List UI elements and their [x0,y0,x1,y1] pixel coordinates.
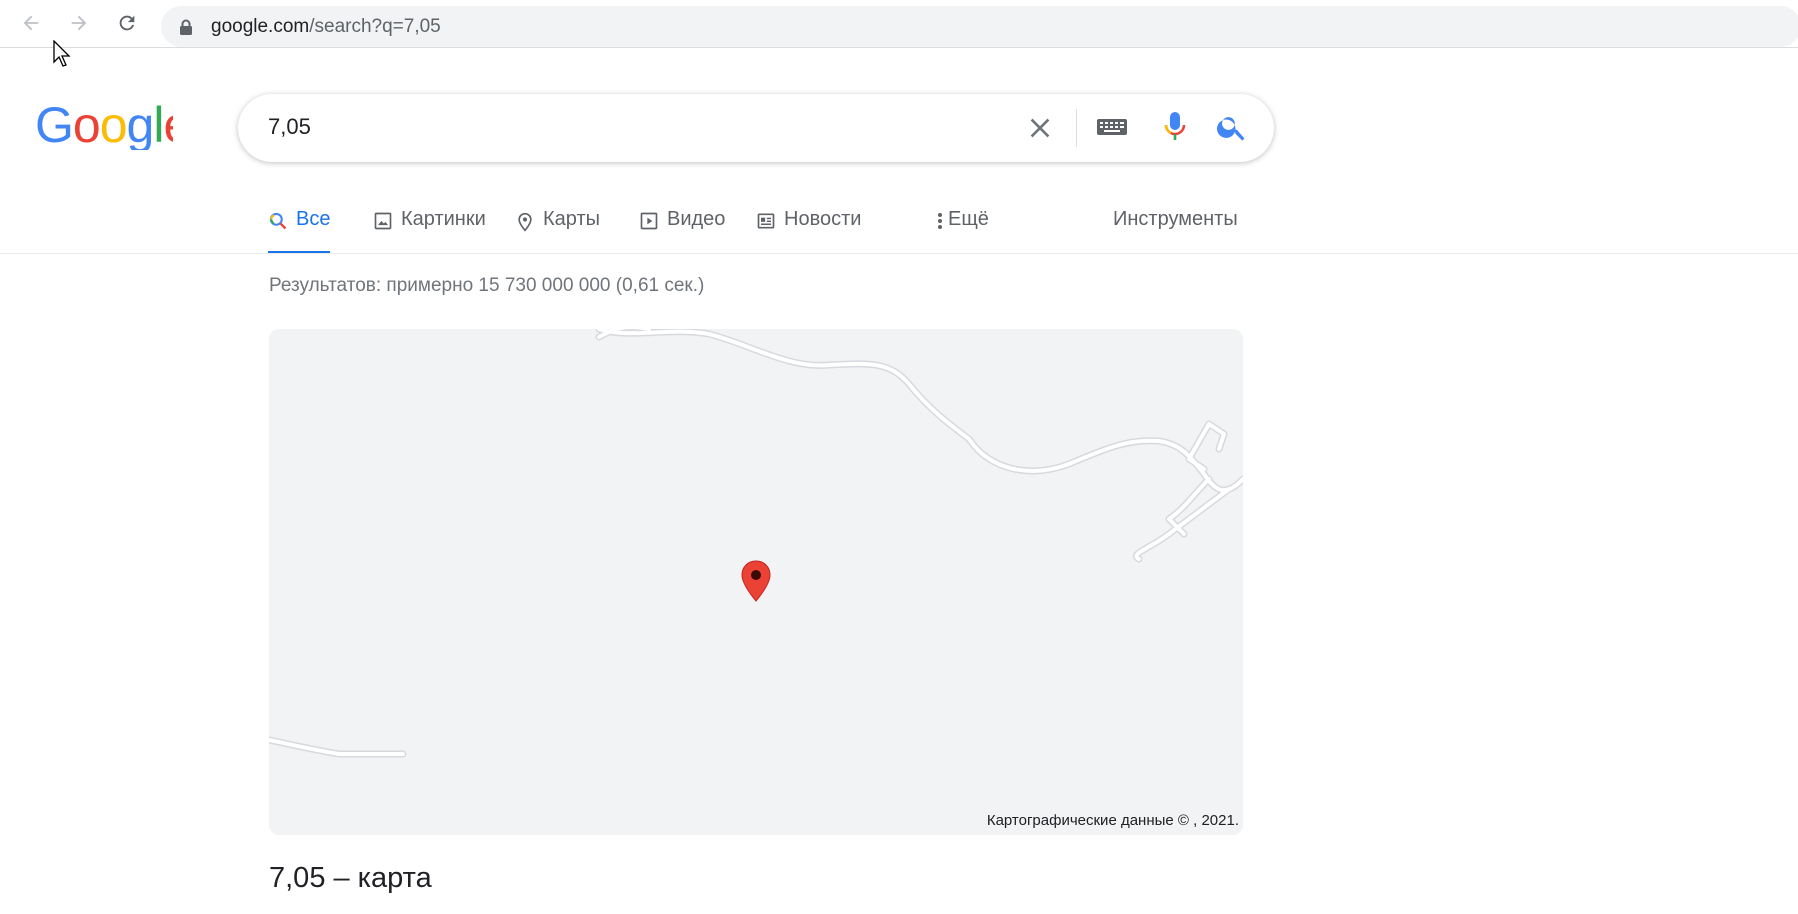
search-icon[interactable] [1215,110,1249,144]
result-title[interactable]: 7,05 – карта [269,862,432,895]
map-preview[interactable]: Картографические данные © , 2021. [269,329,1243,835]
tab-all[interactable]: Все [268,200,331,254]
tab-maps[interactable]: Карты [515,200,600,254]
url-text: google.com/search?q=7,05 [211,16,441,37]
news-icon [757,213,775,229]
browser-toolbar: google.com/search?q=7,05 [0,0,1798,48]
tab-news[interactable]: Новости [756,200,861,254]
result-stats: Результатов: примерно 15 730 000 000 (0,… [269,275,705,296]
reload-button[interactable] [114,10,140,36]
video-icon [640,212,658,230]
microphone-icon[interactable] [1162,110,1188,144]
search-divider [1076,109,1077,147]
search-input[interactable] [268,112,968,142]
lock-icon [180,19,192,35]
mouse-cursor-icon [53,40,71,67]
search-box [238,94,1274,162]
tab-label: Карты [543,208,600,230]
map-pin-icon [518,212,532,232]
header-divider [0,253,1798,254]
close-icon[interactable] [1024,112,1056,144]
back-button[interactable] [18,10,44,36]
google-logo[interactable]: Google [35,102,173,150]
tab-label: Видео [667,208,726,230]
map-pin-icon[interactable] [741,560,771,602]
tools-button[interactable]: Инструменты [1113,208,1238,231]
tab-label: Новости [784,208,862,230]
tab-images[interactable]: Картинки [373,200,486,254]
reload-icon [119,15,135,31]
tab-label: Картинки [401,208,486,230]
more-vert-icon [938,213,942,229]
tab-more[interactable]: Ещё [936,200,989,254]
keyboard-icon[interactable] [1096,117,1128,137]
arrow-left-icon [23,15,39,31]
tab-label: Ещё [948,208,989,230]
search-icon [269,212,287,230]
svg-text:Google: Google [35,102,173,150]
tab-label: Все [296,208,331,230]
address-bar[interactable]: google.com/search?q=7,05 [161,6,1798,47]
tab-video[interactable]: Видео [639,200,725,254]
image-icon [374,212,392,230]
arrow-right-icon [71,15,87,31]
map-attribution: Картографические данные © , 2021. [986,812,1239,829]
forward-button[interactable] [66,10,92,36]
